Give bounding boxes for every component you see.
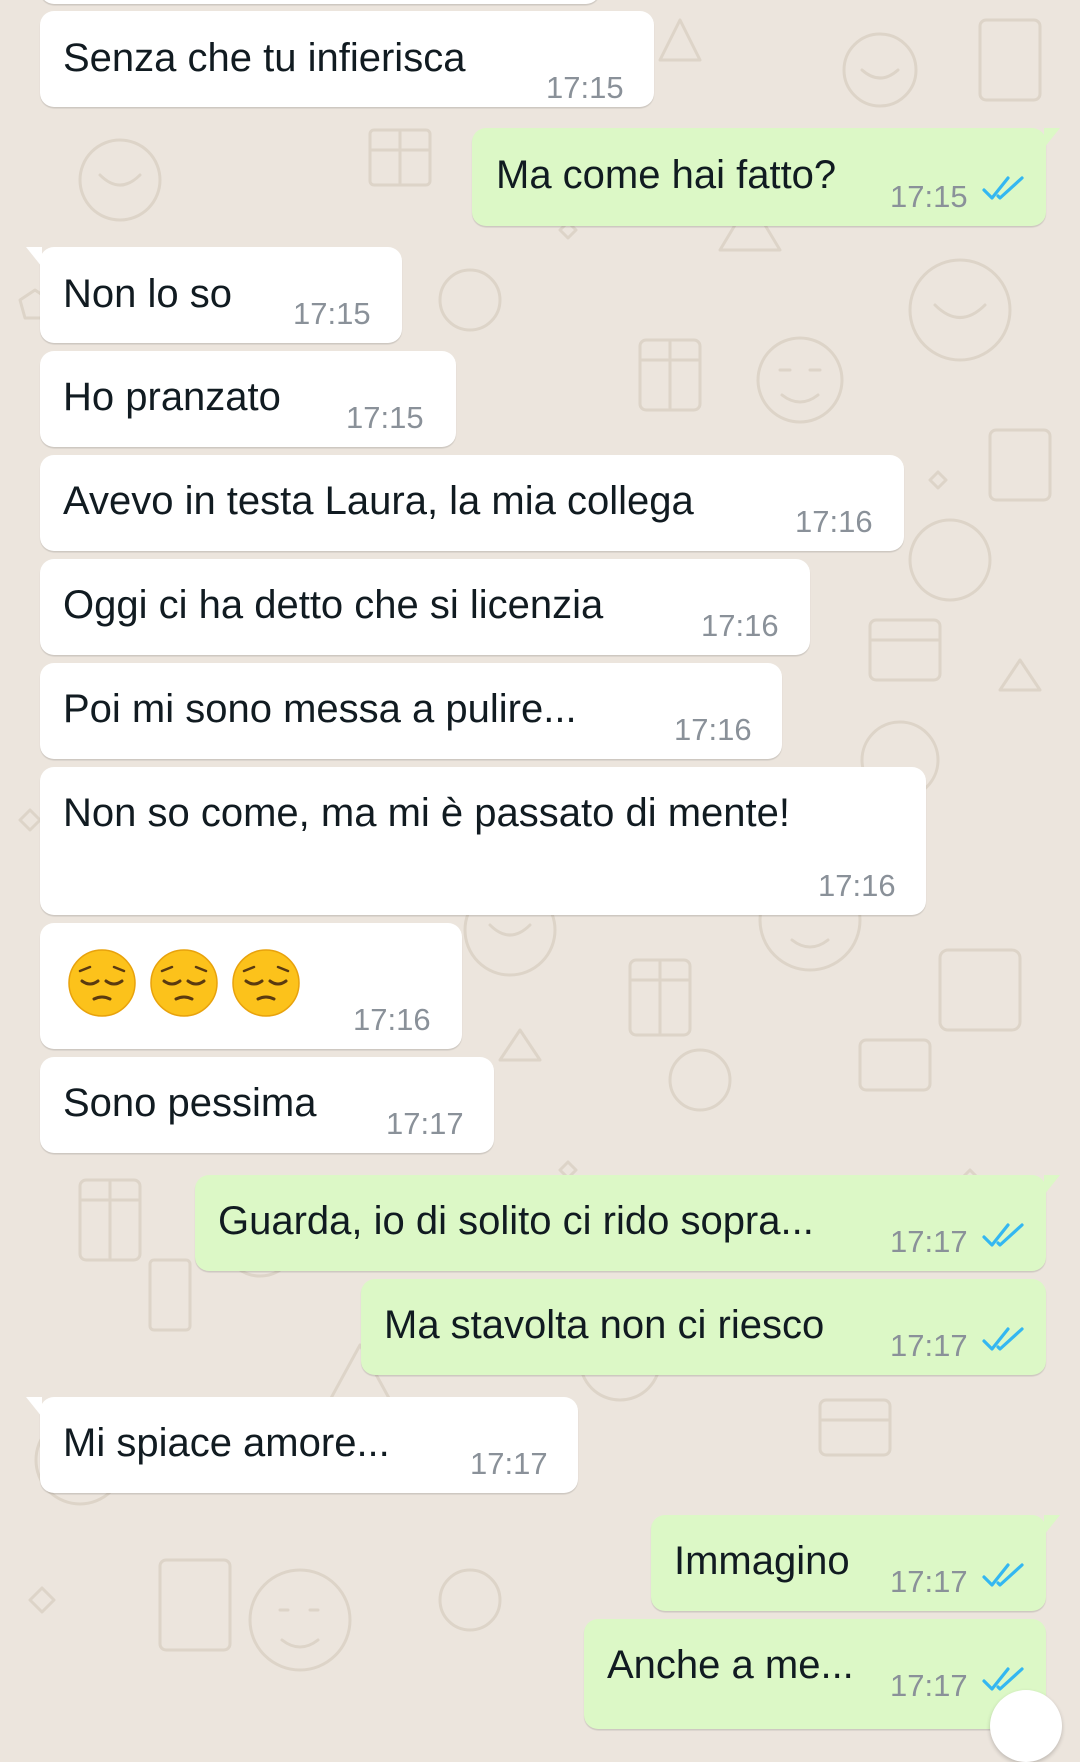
message-time: 17:17 <box>890 1224 968 1259</box>
message-incoming[interactable]: Sono pessima 17:17 <box>40 1057 494 1153</box>
message-text: Senza che tu infierisca <box>63 36 466 80</box>
message-text: Sono pessima <box>63 1081 317 1125</box>
message-time: 17:17 <box>386 1106 464 1141</box>
message-incoming[interactable]: Poi mi sono messa a pulire... 17:16 <box>40 663 782 759</box>
pensive-face-icon <box>68 949 136 1017</box>
message-text: Avevo in testa Laura, la mia collega <box>63 479 694 523</box>
message-text: Oggi ci ha detto che si licenzia <box>63 583 604 627</box>
message-time: 17:15 <box>546 70 624 105</box>
read-ticks-icon <box>982 1327 1024 1351</box>
message-time: 17:17 <box>890 1668 968 1703</box>
message-time: 17:16 <box>701 608 779 643</box>
read-ticks-icon <box>982 176 1024 200</box>
message-incoming[interactable]: Non so come, ma mi è passato di mente! 1… <box>40 767 926 915</box>
message-text: Non lo so <box>63 272 232 316</box>
message-incoming[interactable]: 17:16 <box>40 923 462 1049</box>
message-time: 17:17 <box>470 1446 548 1481</box>
message-text: Mi spiace amore... <box>63 1421 390 1465</box>
message-outgoing[interactable]: Guarda, io di solito ci rido sopra... 17… <box>195 1175 1060 1271</box>
message-incoming[interactable]: Oggi ci ha detto che si licenzia 17:16 <box>40 559 810 655</box>
message-text: Ho pranzato <box>63 375 281 419</box>
message-incoming[interactable]: Mi spiace amore... 17:17 <box>26 1397 578 1493</box>
message-incoming[interactable]: Ho pranzato 17:15 <box>40 351 456 447</box>
message-outgoing[interactable]: Immagino 17:17 <box>651 1515 1060 1611</box>
read-ticks-icon <box>982 1667 1024 1691</box>
message-time: 17:15 <box>346 400 424 435</box>
message-incoming[interactable]: Avevo in testa Laura, la mia collega 17:… <box>40 455 904 551</box>
pensive-face-icon <box>150 949 218 1017</box>
read-ticks-icon <box>982 1223 1024 1247</box>
message-text: Non so come, ma mi è passato di mente! <box>63 791 790 835</box>
message-incoming[interactable]: Non lo so 17:15 <box>26 247 402 343</box>
message-text: Anche a me... <box>607 1643 854 1687</box>
message-time: 17:16 <box>795 504 873 539</box>
message-time: 17:17 <box>890 1564 968 1599</box>
message-time: 17:16 <box>674 712 752 747</box>
read-ticks-icon <box>982 1563 1024 1587</box>
message-incoming[interactable]: Senza che tu infierisca 17:15 <box>40 11 654 107</box>
pensive-face-icon <box>232 949 300 1017</box>
message-time: 17:16 <box>818 868 896 903</box>
message-text: Immagino <box>674 1539 850 1583</box>
previous-message-edge <box>40 0 600 4</box>
message-time: 17:16 <box>353 1002 431 1037</box>
message-outgoing[interactable]: Ma come hai fatto? 17:15 <box>472 128 1060 226</box>
message-text: Ma come hai fatto? <box>496 153 837 197</box>
message-text: Poi mi sono messa a pulire... <box>63 687 577 731</box>
message-outgoing[interactable]: Ma stavolta non ci riesco 17:17 <box>361 1279 1046 1375</box>
message-text: Ma stavolta non ci riesco <box>384 1303 825 1347</box>
message-time: 17:15 <box>293 296 371 331</box>
message-text: Guarda, io di solito ci rido sopra... <box>218 1199 814 1243</box>
scroll-down-button[interactable] <box>990 1690 1062 1762</box>
message-time: 17:15 <box>890 179 968 214</box>
message-time: 17:17 <box>890 1328 968 1363</box>
